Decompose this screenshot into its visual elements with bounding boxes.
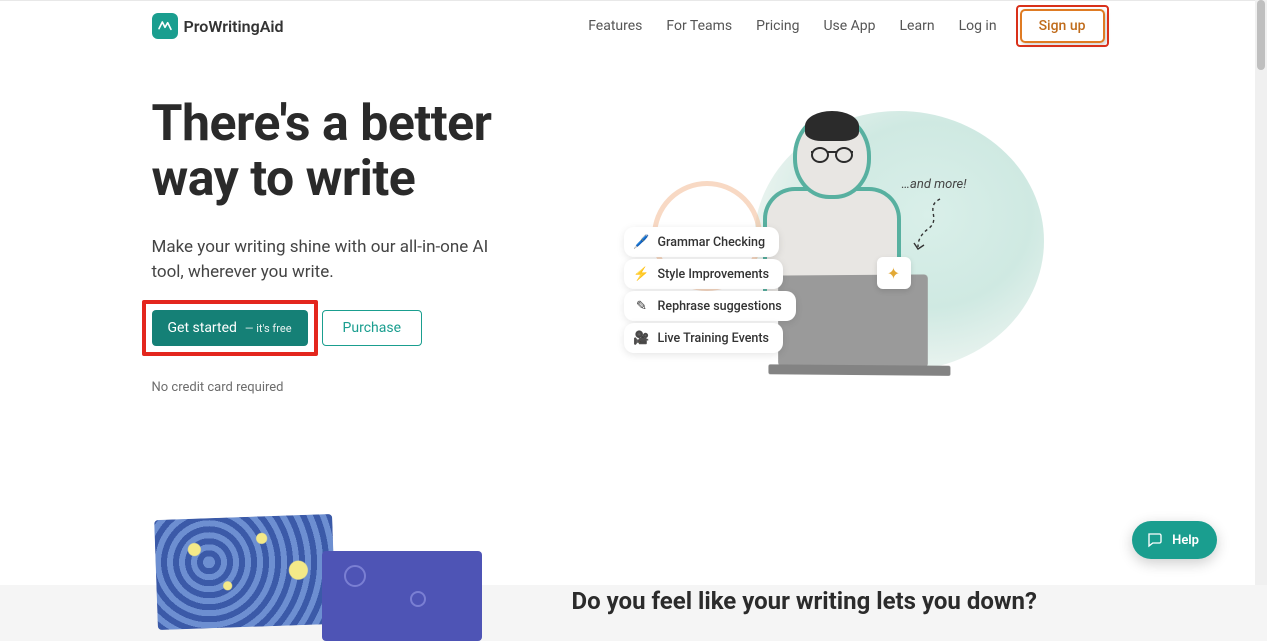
person-head	[797, 117, 867, 195]
section2-heading: Do you feel like your writing lets you d…	[572, 587, 1104, 615]
brand-icon	[152, 13, 178, 39]
bolt-icon: ⚡	[634, 266, 650, 282]
brand-logo[interactable]: ProWritingAid	[152, 13, 284, 39]
nav-for-teams[interactable]: For Teams	[666, 18, 732, 34]
nav-links: Features For Teams Pricing Use App Learn…	[588, 10, 1103, 42]
cta-row: Get started — it's free Purchase	[152, 310, 572, 346]
no-card-note: No credit card required	[152, 380, 572, 395]
pill-rephrase: ✎ Rephrase suggestions	[624, 291, 796, 321]
pill-style: ⚡ Style Improvements	[624, 259, 784, 289]
help-button[interactable]: Help	[1132, 521, 1217, 559]
signup-label: Sign up	[1039, 18, 1086, 34]
signup-button[interactable]: Sign up	[1021, 10, 1104, 42]
scrollbar-thumb[interactable]	[1257, 0, 1265, 70]
pill-training: 🎥 Live Training Events	[624, 323, 783, 353]
pill-training-label: Live Training Events	[658, 331, 769, 346]
wand-icon: ✎	[634, 298, 650, 314]
nav-learn[interactable]: Learn	[900, 18, 935, 34]
starry-night-icon	[154, 514, 336, 630]
pill-rephrase-label: Rephrase suggestions	[658, 299, 782, 314]
pill-grammar-label: Grammar Checking	[658, 235, 766, 250]
brand-name: ProWritingAid	[184, 17, 284, 36]
pill-grammar: 🖊️ Grammar Checking	[624, 227, 780, 257]
sparkle-icon: ✦	[877, 257, 911, 289]
get-started-button[interactable]: Get started — it's free	[152, 310, 308, 346]
nav-pricing[interactable]: Pricing	[756, 18, 799, 34]
blue-canvas-icon	[322, 551, 482, 641]
hero-illustration: ✦ …and more! 🖊️ Grammar Checking ⚡ Style…	[612, 97, 1104, 397]
nav-use-app[interactable]: Use App	[823, 18, 875, 34]
camera-icon: 🎥	[634, 330, 650, 346]
cta-primary-wrap: Get started — it's free	[152, 310, 308, 346]
scrollbar-vertical[interactable]	[1255, 0, 1267, 585]
arrow-squiggle-icon	[912, 197, 952, 253]
hero-title: There's a better way to write	[152, 97, 572, 207]
section-writing-lets-you-down: Do you feel like your writing lets you d…	[152, 517, 1104, 637]
glasses-icon	[811, 151, 853, 163]
pill-style-label: Style Improvements	[658, 267, 770, 282]
help-label: Help	[1172, 533, 1199, 548]
hero-copy: There's a better way to write Make your …	[152, 97, 572, 397]
get-started-sublabel: — it's free	[245, 322, 292, 335]
top-nav: ProWritingAid Features For Teams Pricing…	[152, 1, 1104, 51]
purchase-button[interactable]: Purchase	[322, 310, 422, 346]
feather-icon: 🖊️	[634, 234, 650, 250]
hero-section: There's a better way to write Make your …	[152, 51, 1104, 397]
illustration-paintings	[152, 517, 492, 637]
nav-login[interactable]: Log in	[959, 18, 997, 34]
hero-subtitle: Make your writing shine with our all-in-…	[152, 235, 492, 284]
and-more-label: …and more!	[902, 177, 967, 192]
person-hair	[805, 111, 859, 141]
help-icon	[1146, 531, 1164, 549]
get-started-label: Get started	[168, 320, 237, 336]
nav-features[interactable]: Features	[588, 18, 642, 34]
